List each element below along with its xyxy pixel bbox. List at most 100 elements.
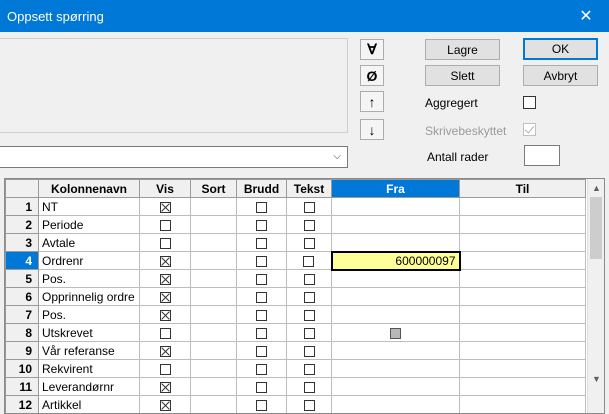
header-colname[interactable]: Kolonnenavn xyxy=(38,179,140,198)
scroll-down-icon[interactable]: ▼ xyxy=(588,370,604,387)
table-row[interactable]: 5 Pos. xyxy=(5,269,586,288)
sort-cell[interactable] xyxy=(190,395,237,413)
fra-cell[interactable] xyxy=(331,341,460,360)
column-name-cell[interactable]: Rekvirent xyxy=(38,359,140,378)
fra-cell[interactable] xyxy=(331,215,460,234)
til-cell[interactable] xyxy=(459,197,586,216)
column-name-cell[interactable]: Vår referanse xyxy=(38,341,140,360)
til-cell[interactable] xyxy=(459,323,586,342)
til-cell[interactable] xyxy=(459,251,586,270)
tekst-cell[interactable] xyxy=(286,305,332,324)
row-number[interactable]: 1 xyxy=(5,197,39,216)
fra-cell[interactable] xyxy=(331,359,460,378)
brudd-cell[interactable] xyxy=(236,359,287,378)
save-button[interactable]: Lagre xyxy=(425,39,500,60)
table-row[interactable]: 8 Utskrevet xyxy=(5,323,586,342)
tekst-cell[interactable] xyxy=(286,323,332,342)
brudd-checkbox[interactable] xyxy=(256,201,267,213)
row-number[interactable]: 10 xyxy=(5,359,39,378)
header-tekst[interactable]: Tekst xyxy=(286,179,332,198)
tekst-cell[interactable] xyxy=(286,233,332,252)
select-all-button[interactable]: ∀ xyxy=(360,39,384,60)
vis-checkbox[interactable] xyxy=(159,399,171,411)
fra-cell[interactable] xyxy=(331,377,460,396)
vis-checkbox[interactable] xyxy=(159,309,171,321)
tekst-cell[interactable] xyxy=(286,377,332,396)
fra-input[interactable]: 600000097 xyxy=(330,250,461,271)
vis-checkbox[interactable] xyxy=(159,363,171,375)
sort-cell[interactable] xyxy=(190,251,237,270)
tekst-cell[interactable] xyxy=(286,287,332,306)
row-number[interactable]: 9 xyxy=(5,341,39,360)
vis-cell[interactable] xyxy=(139,323,191,342)
sort-cell[interactable] xyxy=(190,323,237,342)
table-row[interactable]: 3 Avtale xyxy=(5,233,586,252)
tekst-cell[interactable] xyxy=(286,341,332,360)
column-name-cell[interactable]: Pos. xyxy=(38,269,140,288)
vis-cell[interactable] xyxy=(139,287,191,306)
vis-cell[interactable] xyxy=(139,377,191,396)
brudd-checkbox[interactable] xyxy=(256,237,267,249)
scroll-thumb[interactable] xyxy=(590,197,602,259)
brudd-checkbox[interactable] xyxy=(256,219,267,231)
brudd-checkbox[interactable] xyxy=(256,273,267,285)
sort-cell[interactable] xyxy=(190,305,237,324)
tekst-checkbox[interactable] xyxy=(303,255,315,267)
vis-checkbox[interactable] xyxy=(159,201,171,213)
query-dropdown[interactable]: ⌵ xyxy=(0,146,348,168)
columns-grid[interactable]: Kolonnenavn Vis Sort Brudd Tekst Fra Til… xyxy=(4,178,605,414)
fra-cell[interactable] xyxy=(331,233,460,252)
scroll-up-icon[interactable]: ▲ xyxy=(588,179,604,196)
row-number[interactable]: 3 xyxy=(5,233,39,252)
tekst-checkbox[interactable] xyxy=(303,363,315,375)
fra-cell[interactable] xyxy=(331,305,460,324)
tekst-cell[interactable] xyxy=(286,269,332,288)
brudd-checkbox[interactable] xyxy=(256,345,267,357)
brudd-checkbox[interactable] xyxy=(256,399,267,411)
table-row[interactable]: 11 Leverandørnr xyxy=(5,377,586,396)
fra-checkbox[interactable] xyxy=(390,327,401,339)
til-cell[interactable] xyxy=(459,215,586,234)
brudd-checkbox[interactable] xyxy=(256,255,267,267)
vis-cell[interactable] xyxy=(139,215,191,234)
tekst-checkbox[interactable] xyxy=(303,309,315,321)
brudd-checkbox[interactable] xyxy=(256,291,267,303)
ok-button[interactable]: OK xyxy=(523,38,598,60)
til-cell[interactable] xyxy=(459,359,586,378)
til-cell[interactable] xyxy=(459,341,586,360)
row-number[interactable]: 4 xyxy=(5,251,39,270)
row-number[interactable]: 2 xyxy=(5,215,39,234)
vis-cell[interactable] xyxy=(139,305,191,324)
chevron-down-icon[interactable]: ⌵ xyxy=(333,151,341,162)
row-number[interactable]: 7 xyxy=(5,305,39,324)
til-cell[interactable] xyxy=(459,395,586,413)
table-row[interactable]: 12 Artikkel xyxy=(5,395,586,413)
sort-cell[interactable] xyxy=(190,197,237,216)
brudd-cell[interactable] xyxy=(236,341,287,360)
tekst-checkbox[interactable] xyxy=(303,345,315,357)
sort-cell[interactable] xyxy=(190,287,237,306)
vis-cell[interactable] xyxy=(139,197,191,216)
tekst-checkbox[interactable] xyxy=(303,273,315,285)
vis-cell[interactable] xyxy=(139,341,191,360)
vis-cell[interactable] xyxy=(139,395,191,413)
brudd-cell[interactable] xyxy=(236,395,287,413)
row-number[interactable]: 6 xyxy=(5,287,39,306)
table-row[interactable]: 1 NT xyxy=(5,197,586,216)
vis-cell[interactable] xyxy=(139,359,191,378)
row-number[interactable]: 8 xyxy=(5,323,39,342)
vis-cell[interactable] xyxy=(139,233,191,252)
table-row[interactable]: 2 Periode xyxy=(5,215,586,234)
brudd-cell[interactable] xyxy=(236,305,287,324)
brudd-cell[interactable] xyxy=(236,197,287,216)
aggregated-checkbox[interactable] xyxy=(523,96,536,109)
brudd-cell[interactable] xyxy=(236,251,287,270)
brudd-checkbox[interactable] xyxy=(256,309,267,321)
close-icon[interactable]: ✕ xyxy=(563,0,609,32)
vis-cell[interactable] xyxy=(139,251,191,270)
vis-checkbox[interactable] xyxy=(159,345,171,357)
column-name-cell[interactable]: Artikkel xyxy=(38,395,140,413)
til-cell[interactable] xyxy=(459,287,586,306)
tekst-cell[interactable] xyxy=(286,215,332,234)
brudd-checkbox[interactable] xyxy=(256,327,267,339)
